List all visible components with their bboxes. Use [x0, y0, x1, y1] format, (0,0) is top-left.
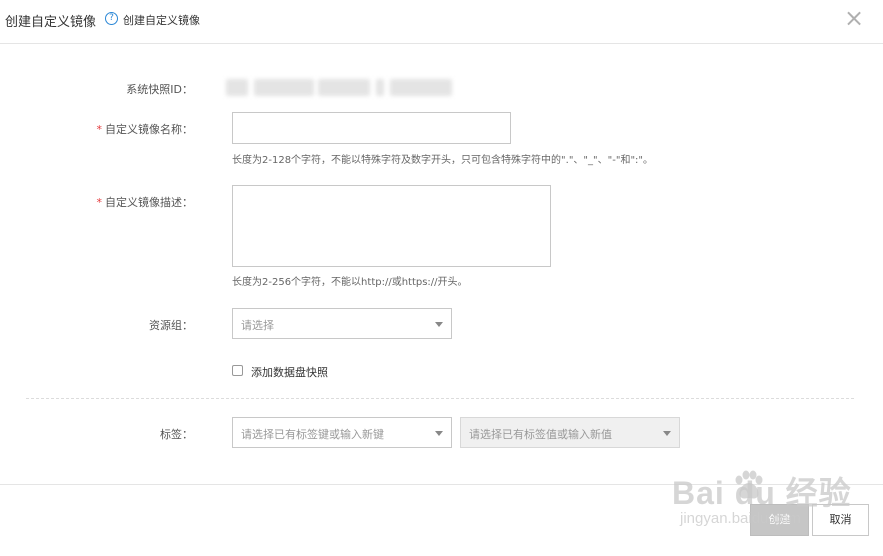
tag-key-select[interactable]: 请选择已有标签键或输入新键 [232, 417, 452, 448]
tag-value-placeholder: 请选择已有标签值或输入新值 [469, 428, 612, 441]
resource-group-select[interactable]: 请选择 [232, 308, 452, 339]
dialog-header: 创建自定义镜像 ? 创建自定义镜像 × [0, 0, 883, 44]
add-disk-snapshot-checkbox[interactable] [232, 365, 243, 376]
dialog-title: 创建自定义镜像 [5, 15, 97, 30]
snapshot-id-value-blurred [226, 75, 452, 100]
cancel-button[interactable]: 取消 [812, 504, 869, 536]
image-description-label-text: 自定义镜像描述： [105, 196, 193, 209]
create-custom-image-dialog: 创建自定义镜像 ? 创建自定义镜像 × 系统快照ID： * 自定义镜像名称： 长度… [0, 0, 883, 556]
section-divider [26, 398, 854, 399]
snapshot-id-label: 系统快照ID： [126, 83, 193, 96]
resource-group-placeholder: 请选择 [241, 319, 274, 332]
image-name-hint: 长度为2-128个字符，不能以特殊字符及数字开头，只可包含特殊字符中的"."、"… [232, 155, 654, 166]
resource-group-label: 资源组： [149, 319, 193, 332]
image-name-label: * 自定义镜像名称： [97, 121, 194, 137]
add-disk-snapshot-label[interactable]: 添加数据盘快照 [251, 364, 328, 380]
chevron-down-icon [435, 322, 443, 327]
tags-label: 标签： [160, 428, 193, 441]
help-link[interactable]: 创建自定义镜像 [123, 12, 200, 28]
image-name-input[interactable] [232, 112, 511, 144]
tag-key-placeholder: 请选择已有标签键或输入新键 [241, 428, 384, 441]
chevron-down-icon [663, 431, 671, 436]
tag-value-select: 请选择已有标签值或输入新值 [460, 417, 680, 448]
image-name-label-text: 自定义镜像名称： [105, 123, 193, 136]
required-mark: * [96, 123, 103, 136]
chevron-down-icon [435, 431, 443, 436]
close-icon[interactable]: × [842, 5, 866, 31]
required-mark: * [96, 196, 103, 209]
image-description-textarea[interactable] [232, 185, 551, 267]
help-icon[interactable]: ? [105, 12, 118, 25]
create-button[interactable]: 创建 [750, 504, 809, 536]
image-description-hint: 长度为2-256个字符，不能以http://或https://开头。 [232, 277, 468, 288]
image-description-label: * 自定义镜像描述： [97, 194, 194, 210]
